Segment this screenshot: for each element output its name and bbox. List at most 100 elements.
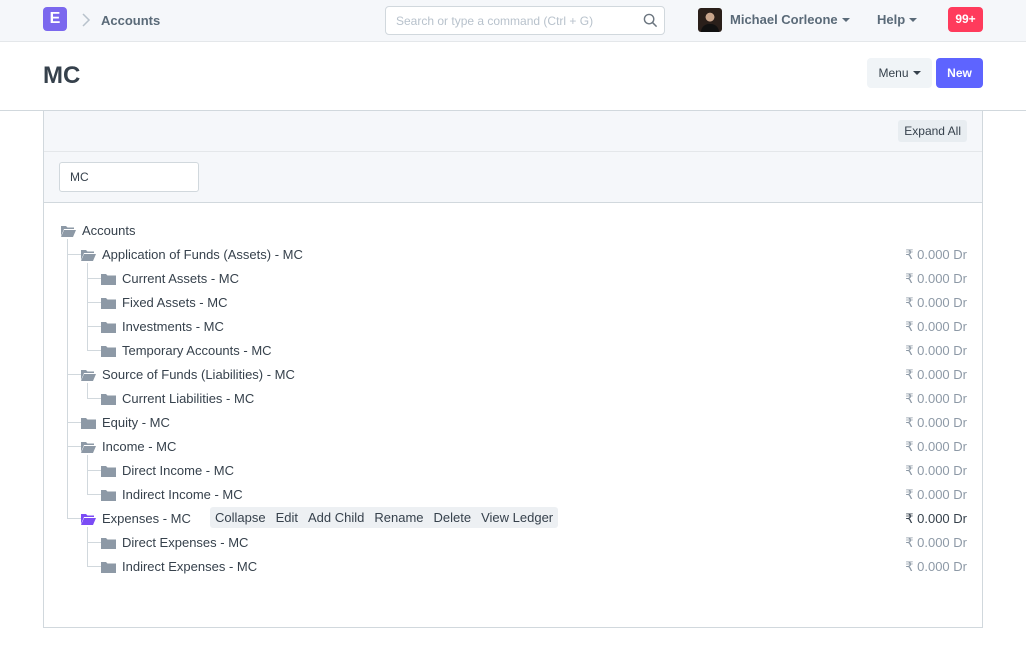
avatar[interactable]: [698, 8, 722, 32]
search-icon[interactable]: [643, 13, 658, 28]
tree-node-balance: ₹ 0.000 Dr: [905, 559, 967, 574]
folder-open-icon: [61, 226, 76, 237]
folder-icon: [101, 490, 116, 501]
page-head: MC Menu New: [0, 42, 1026, 111]
tree-node-label: Investments - MC: [122, 319, 224, 334]
tree-connector: [87, 350, 101, 351]
tree-connector: [67, 374, 81, 375]
tree-node-balance: ₹ 0.000 Dr: [905, 295, 967, 310]
tree-connector: [87, 494, 101, 495]
search-input[interactable]: [386, 7, 636, 34]
tree-node-label: Expenses - MC: [102, 511, 191, 526]
tree-connector: [67, 446, 81, 447]
tree-node-label: Direct Expenses - MC: [122, 535, 249, 550]
tree-node-label: Income - MC: [102, 439, 177, 454]
tree-node-balance: ₹ 0.000 Dr: [905, 247, 967, 262]
menu-button[interactable]: Menu: [867, 58, 932, 88]
user-dropdown[interactable]: Michael Corleone: [730, 12, 850, 27]
tree-node-row[interactable]: Direct Expenses - MC ₹ 0.000 Dr: [0, 531, 1026, 553]
panel-toolbar: Expand All: [44, 111, 982, 152]
search-bar: [385, 6, 665, 35]
tree-connector: [67, 254, 81, 255]
tree-node-row[interactable]: Source of Funds (Liabilities) - MC ₹ 0.00…: [0, 363, 1026, 385]
folder-icon: [101, 394, 116, 405]
tree-node-label: Direct Income - MC: [122, 463, 234, 478]
tree-connector: [87, 566, 101, 567]
tree-node-row[interactable]: Indirect Income - MC ₹ 0.000 Dr: [0, 483, 1026, 505]
folder-icon: [101, 322, 116, 333]
tree-node-balance: ₹ 0.000 Dr: [905, 439, 967, 454]
folder-open-icon: [81, 442, 96, 453]
view-ledger-button[interactable]: View Ledger: [476, 507, 558, 528]
tree-node-label: Current Assets - MC: [122, 271, 240, 286]
notification-badge[interactable]: 99+: [948, 7, 983, 32]
folder-open-icon: [81, 514, 96, 525]
folder-icon: [81, 418, 96, 429]
expand-all-button[interactable]: Expand All: [898, 120, 967, 142]
tree-node-label: Indirect Expenses - MC: [122, 559, 258, 574]
tree-node-balance: ₹ 0.000 Dr: [905, 319, 967, 334]
tree-node-balance: ₹ 0.000 Dr: [905, 271, 967, 286]
tree-connector: [67, 422, 81, 423]
tree-node-label: Equity - MC: [102, 415, 170, 430]
tree-node-balance: ₹ 0.000 Dr: [905, 415, 967, 430]
caret-down-icon: [841, 18, 850, 22]
tree-node-label: Fixed Assets - MC: [122, 295, 228, 310]
navbar: E Accounts Michael Corleone Help 99+: [0, 0, 1026, 42]
tree-connector: [87, 302, 101, 303]
add-child-button[interactable]: Add Child: [303, 507, 369, 528]
tree-node-row[interactable]: Current Liabilities - MC ₹ 0.000 Dr: [0, 387, 1026, 409]
tree-connector: [87, 470, 101, 471]
tree-connector: [87, 398, 101, 399]
tree-connector: [87, 278, 101, 279]
breadcrumb-accounts[interactable]: Accounts: [101, 13, 160, 28]
help-dropdown[interactable]: Help: [877, 12, 918, 27]
tree-node-label: Temporary Accounts - MC: [122, 343, 272, 358]
app-logo[interactable]: E: [43, 7, 67, 31]
tree-node-row[interactable]: Direct Income - MC ₹ 0.000 Dr: [0, 459, 1026, 481]
folder-open-icon: [81, 250, 96, 261]
help-label: Help: [877, 12, 906, 27]
tree-node-row[interactable]: Current Assets - MC ₹ 0.000 Dr: [0, 267, 1026, 289]
collapse-button[interactable]: Collapse: [210, 507, 271, 528]
node-actions-toolbar: Collapse Edit Add Child Rename Delete Vi…: [210, 507, 559, 528]
tree-root-label: Accounts: [82, 223, 136, 238]
tree-node-row[interactable]: Application of Funds (Assets) - MC ₹ 0.00…: [0, 243, 1026, 265]
tree-node-balance: ₹ 0.000 Dr: [905, 343, 967, 358]
delete-button[interactable]: Delete: [429, 507, 477, 528]
tree-node-row[interactable]: Fixed Assets - MC ₹ 0.000 Dr: [0, 291, 1026, 313]
company-field[interactable]: [59, 162, 199, 192]
tree-node-row[interactable]: Temporary Accounts - MC ₹ 0.000 Dr: [0, 339, 1026, 361]
tree-node-balance: ₹ 0.000 Dr: [905, 487, 967, 502]
user-name: Michael Corleone: [730, 12, 838, 27]
tree-connector: [87, 542, 101, 543]
tree-node-balance: ₹ 0.000 Dr: [905, 511, 967, 526]
tree-node-balance: ₹ 0.000 Dr: [905, 367, 967, 382]
folder-icon: [101, 538, 116, 549]
tree-node-balance: ₹ 0.000 Dr: [905, 535, 967, 550]
rename-button[interactable]: Rename: [369, 507, 428, 528]
folder-icon: [101, 562, 116, 573]
tree-node-label: Current Liabilities - MC: [122, 391, 255, 406]
folder-open-icon: [81, 370, 96, 381]
tree-node-row[interactable]: Income - MC ₹ 0.000 Dr: [0, 435, 1026, 457]
folder-icon: [101, 298, 116, 309]
new-button[interactable]: New: [936, 58, 983, 88]
folder-icon: [101, 346, 116, 357]
tree-node-balance: ₹ 0.000 Dr: [905, 463, 967, 478]
tree-root-row[interactable]: Accounts: [0, 219, 1026, 241]
tree-node-balance: ₹ 0.000 Dr: [905, 391, 967, 406]
tree-node-row[interactable]: Investments - MC ₹ 0.000 Dr: [0, 315, 1026, 337]
menu-label: Menu: [878, 66, 909, 80]
folder-icon: [101, 274, 116, 285]
tree-connector: [87, 326, 101, 327]
tree-node-row[interactable]: Indirect Expenses - MC ₹ 0.000 Dr: [0, 555, 1026, 577]
tree-node-row[interactable]: Equity - MC ₹ 0.000 Dr: [0, 411, 1026, 433]
tree-node-label: Source of Funds (Liabilities) - MC: [102, 367, 295, 382]
tree-node-label: Indirect Income - MC: [122, 487, 243, 502]
chevron-right-icon: [82, 13, 91, 27]
caret-down-icon: [912, 71, 921, 75]
edit-button[interactable]: Edit: [271, 507, 303, 528]
tree-connector: [67, 518, 81, 519]
folder-icon: [101, 466, 116, 477]
